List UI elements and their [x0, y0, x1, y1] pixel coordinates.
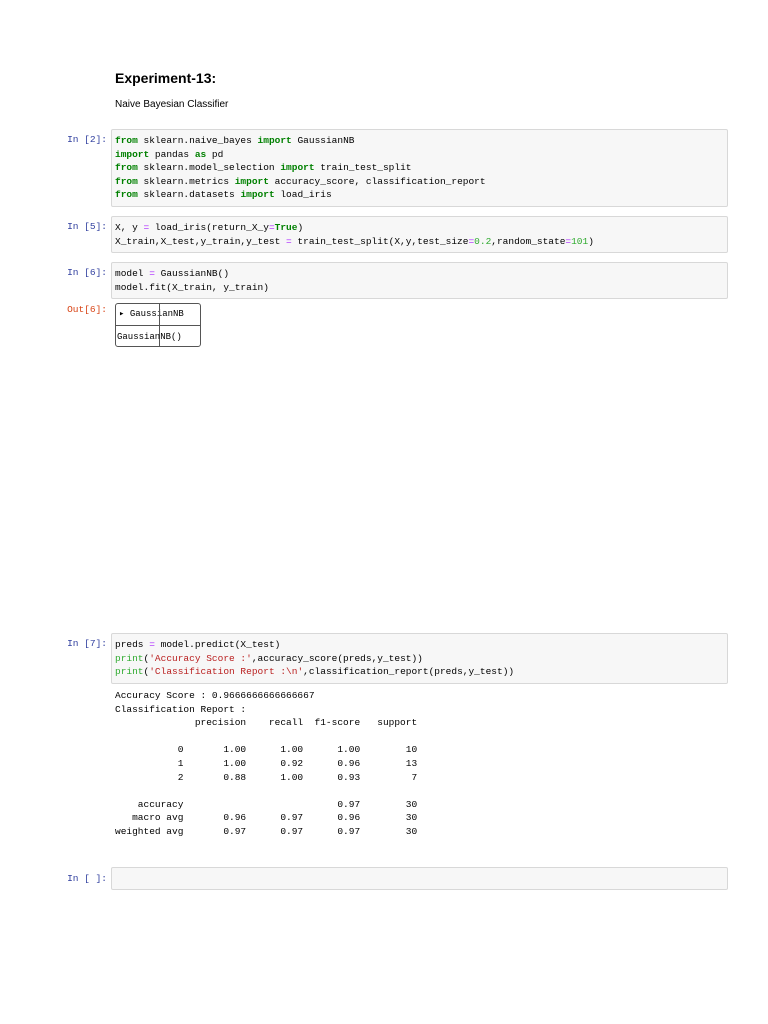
code-token: as	[194, 148, 207, 160]
code-token: preds	[115, 639, 150, 650]
code-token: ,accuracy_score(preds,y_test))	[251, 652, 423, 664]
code-token: from	[115, 135, 138, 146]
code-editor[interactable]: X, y = load_iris(return_X_y=True) X_train…	[112, 217, 727, 252]
code-token: import	[115, 148, 150, 160]
code-token: model	[115, 268, 150, 279]
code-editor[interactable]	[112, 868, 727, 890]
code-line: X, y = load_iris(return_X_y=True)	[115, 221, 727, 235]
code-line: print('Classification Report :\n',classi…	[115, 665, 727, 679]
cell-prompt-in-6: In [6]:	[67, 267, 107, 278]
code-token: pandas	[149, 148, 195, 160]
classification-output: Accuracy Score : 0.9666666666666667 Clas…	[115, 690, 418, 837]
code-line: model = GaussianNB()	[115, 267, 727, 281]
code-token: import	[257, 135, 292, 146]
code-line: from sklearn.model_selection import trai…	[115, 161, 727, 175]
estimator-repr: GaussianNB()	[117, 332, 182, 342]
code-token: import	[240, 189, 275, 201]
code-token: )	[297, 222, 304, 233]
estimator-widget[interactable]: ▸ GaussianNB GaussianNB()	[115, 303, 201, 347]
code-token: model.fit(X_train, y_train)	[115, 281, 269, 293]
code-cell-predict[interactable]: preds = model.predict(X_test) print('Accu…	[111, 633, 728, 684]
code-token: print	[115, 666, 144, 678]
code-token: import	[280, 162, 315, 174]
code-cell-load-data[interactable]: X, y = load_iris(return_X_y=True) X_train…	[111, 216, 728, 254]
code-cell-imports[interactable]: from sklearn.naive_bayes import Gaussian…	[111, 129, 728, 207]
code-token: 101	[571, 235, 589, 247]
cell-prompt-in-7: In [7]:	[67, 638, 107, 649]
code-cell-fit-model[interactable]: model = GaussianNB() model.fit(X_train, y…	[111, 262, 728, 300]
code-token: sklearn.model_selection	[137, 162, 281, 174]
cell-prompt-empty: In [ ]:	[67, 873, 107, 884]
code-cell-empty[interactable]	[111, 867, 728, 890]
code-line: from sklearn.metrics import accuracy_sco…	[115, 175, 727, 189]
code-token: from	[115, 175, 138, 187]
code-line: model.fit(X_train, y_train)	[115, 281, 727, 295]
estimator-widget-toggle[interactable]: ▸ GaussianNB	[119, 309, 184, 319]
code-token: X, y	[115, 222, 144, 233]
code-token: sklearn.naive_bayes	[137, 135, 258, 146]
code-line: print('Accuracy Score :',accuracy_score(…	[115, 652, 727, 666]
code-token: from	[115, 189, 138, 201]
code-token: import	[234, 175, 269, 187]
code-token: 0.2	[474, 235, 492, 247]
code-editor[interactable]: preds = model.predict(X_test) print('Accu…	[112, 634, 727, 683]
code-token: sklearn.datasets	[137, 189, 241, 201]
code-token: sklearn.metrics	[137, 175, 235, 187]
code-token: load_iris	[274, 189, 332, 201]
code-token: train_test_split(X,y,test_size	[291, 235, 469, 247]
code-token: 'Classification Report :\n'	[149, 666, 304, 678]
code-line: from sklearn.datasets import load_iris	[115, 188, 727, 202]
code-token: load_iris(return_X_y	[149, 222, 269, 233]
code-line: preds = model.predict(X_test)	[115, 638, 727, 652]
cell-prompt-in-2: In [2]:	[67, 134, 107, 145]
code-token: pd	[206, 148, 224, 160]
page-title: Experiment-13:	[115, 70, 217, 86]
code-token: train_test_split	[314, 162, 412, 174]
code-token: True	[274, 222, 298, 233]
code-line: X_train,X_test,y_train,y_test = train_te…	[115, 235, 727, 249]
page-subtitle: Naive Bayesian Classifier	[115, 99, 229, 110]
cell-prompt-in-5: In [5]:	[67, 221, 107, 232]
code-editor[interactable]: model = GaussianNB() model.fit(X_train, y…	[112, 263, 727, 298]
code-token: ,random_state	[491, 235, 566, 247]
cell-prompt-out-6: Out[6]:	[67, 304, 107, 315]
code-editor[interactable]: from sklearn.naive_bayes import Gaussian…	[112, 130, 727, 206]
code-token: GaussianNB()	[154, 268, 230, 279]
code-token: 'Accuracy Score :'	[149, 652, 252, 664]
code-token: GaussianNB	[291, 135, 355, 146]
code-line: from sklearn.naive_bayes import Gaussian…	[115, 134, 727, 148]
widget-divider	[116, 325, 200, 326]
code-token: X_train,X_test,y_train,y_test	[115, 235, 287, 247]
code-token: )	[588, 235, 594, 247]
code-token: from	[115, 162, 138, 174]
code-token: accuracy_score, classification_report	[268, 175, 486, 187]
code-line: import pandas as pd	[115, 148, 727, 162]
code-token: print	[115, 652, 144, 664]
code-line	[115, 872, 727, 886]
code-token: model.predict(X_test)	[154, 639, 281, 650]
code-token: ,classification_report(preds,y_test))	[303, 666, 515, 678]
